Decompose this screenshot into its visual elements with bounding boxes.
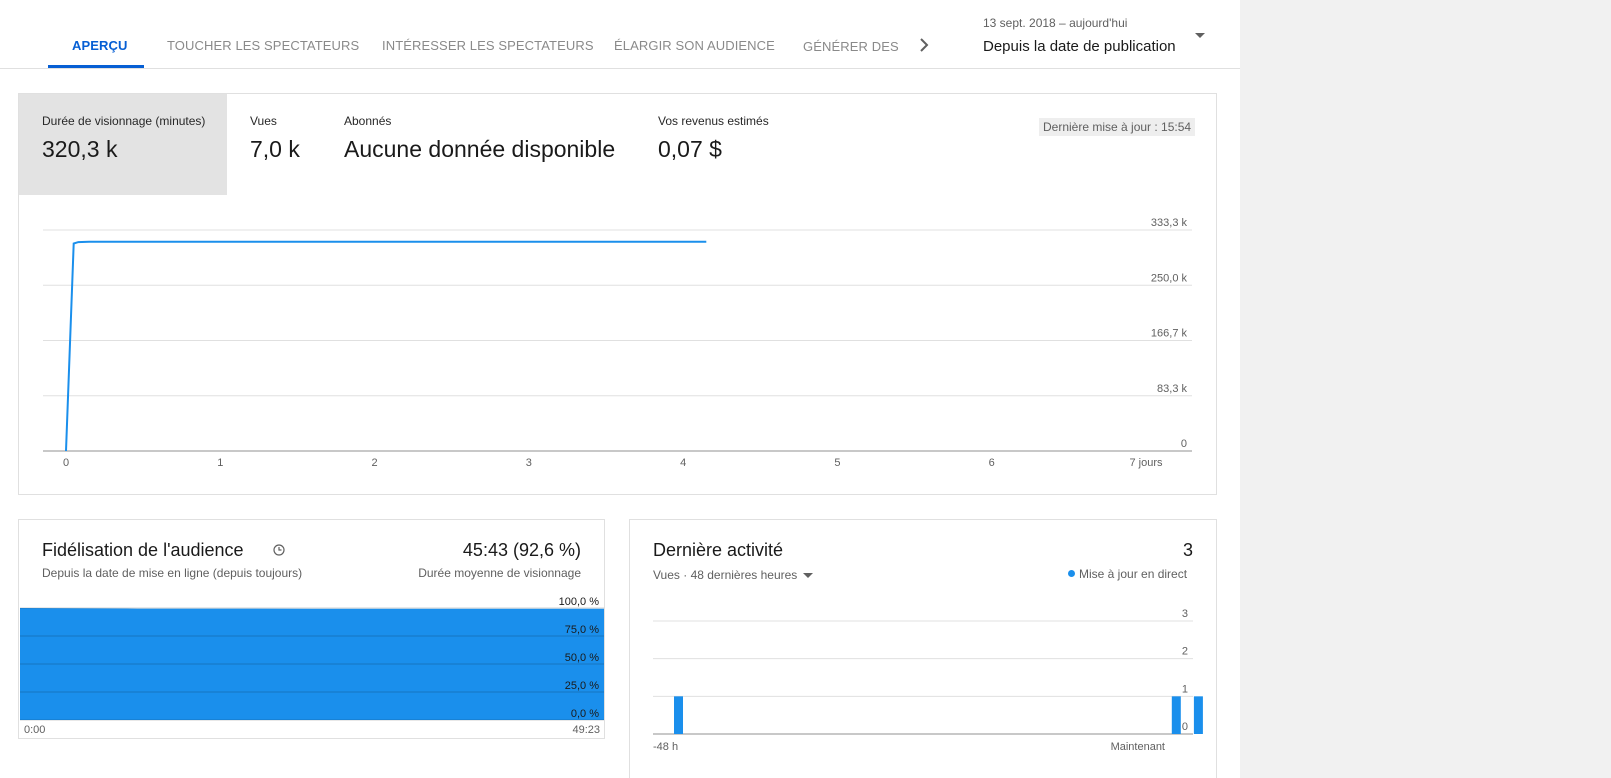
overview-card: Durée de visionnage (minutes) 320,3 k Vu…: [18, 93, 1217, 495]
watch-time-chart: 0 83,3 k 166,7 k 250,0 k 333,3 k 0 1 2 3 4 5 6 7 jou…: [43, 217, 1192, 469]
date-range-selector[interactable]: 13 sept. 2018 – aujourd'hui Depuis la da…: [983, 16, 1213, 60]
tab-bar: APERÇU TOUCHER LES SPECTATEURS INTÉRESSE…: [0, 0, 1240, 69]
x-tick-label: -48 h: [653, 741, 678, 753]
y-tick-label: 2: [1182, 646, 1188, 658]
y-tick-label: 0: [1182, 721, 1188, 733]
y-tick-label: 0,0 %: [571, 708, 599, 720]
retention-card: Fidélisation de l'audience Depuis la dat…: [18, 519, 605, 739]
tab-apercu[interactable]: APERÇU: [72, 38, 128, 53]
x-tick-label: 4: [680, 457, 686, 469]
realtime-bar: [1171, 696, 1181, 734]
realtime-bar: [674, 696, 683, 734]
x-tick-label: 5: [834, 457, 840, 469]
y-tick-label: 50,0 %: [565, 652, 599, 664]
retention-chart: 0,0 % 25,0 % 50,0 % 75,0 % 100,0 % 0:00 49:23: [20, 596, 604, 736]
x-tick-label: 0:00: [24, 724, 45, 736]
y-tick-label: 25,0 %: [565, 680, 599, 692]
y-tick-label: 100,0 %: [559, 596, 600, 608]
y-tick-label: 0: [1181, 438, 1187, 450]
y-tick-label: 3: [1182, 608, 1188, 620]
y-tick-label: 75,0 %: [565, 624, 599, 636]
x-tick-label: 49:23: [572, 724, 600, 736]
tab-generer-des-revenus[interactable]: GÉNÉRER DES RI: [803, 39, 899, 54]
x-tick-label: Maintenant: [1111, 741, 1165, 753]
y-tick-label: 1: [1182, 683, 1188, 695]
realtime-chart: 0 1 2 3 -48 h Maintenant: [653, 608, 1203, 753]
page-gutter: [1240, 0, 1611, 778]
caret-down-icon: [1195, 33, 1205, 38]
tab-generer-clip: GÉNÉRER DES RI: [803, 38, 899, 56]
x-tick-label: 7 jours: [1129, 457, 1163, 469]
tab-interesser-les-spectateurs[interactable]: INTÉRESSER LES SPECTATEURS: [382, 38, 594, 53]
x-tick-label: 0: [63, 457, 69, 469]
x-tick-label: 1: [217, 457, 223, 469]
active-tab-indicator: [48, 65, 144, 68]
date-range-period: 13 sept. 2018 – aujourd'hui: [983, 16, 1128, 30]
x-tick-label: 2: [372, 457, 378, 469]
y-tick-label: 166,7 k: [1151, 328, 1188, 340]
realtime-bar: [1193, 696, 1203, 734]
y-tick-label: 250,0 k: [1151, 272, 1188, 284]
y-tick-label: 333,3 k: [1151, 217, 1188, 229]
analytics-app: APERÇU TOUCHER LES SPECTATEURS INTÉRESSE…: [0, 0, 1240, 778]
watch-time-series-line: [65, 240, 707, 452]
y-tick-label: 83,3 k: [1157, 383, 1187, 395]
date-range-selection: Depuis la date de publication: [983, 38, 1176, 55]
realtime-card: Dernière activité 3 Vues · 48 dernières …: [629, 519, 1217, 778]
tab-toucher-les-spectateurs[interactable]: TOUCHER LES SPECTATEURS: [167, 38, 359, 53]
x-tick-label: 3: [526, 457, 532, 469]
x-tick-label: 6: [989, 457, 995, 469]
tab-elargir-son-audience[interactable]: ÉLARGIR SON AUDIENCE: [614, 38, 775, 53]
chevron-right-icon[interactable]: [916, 36, 932, 54]
